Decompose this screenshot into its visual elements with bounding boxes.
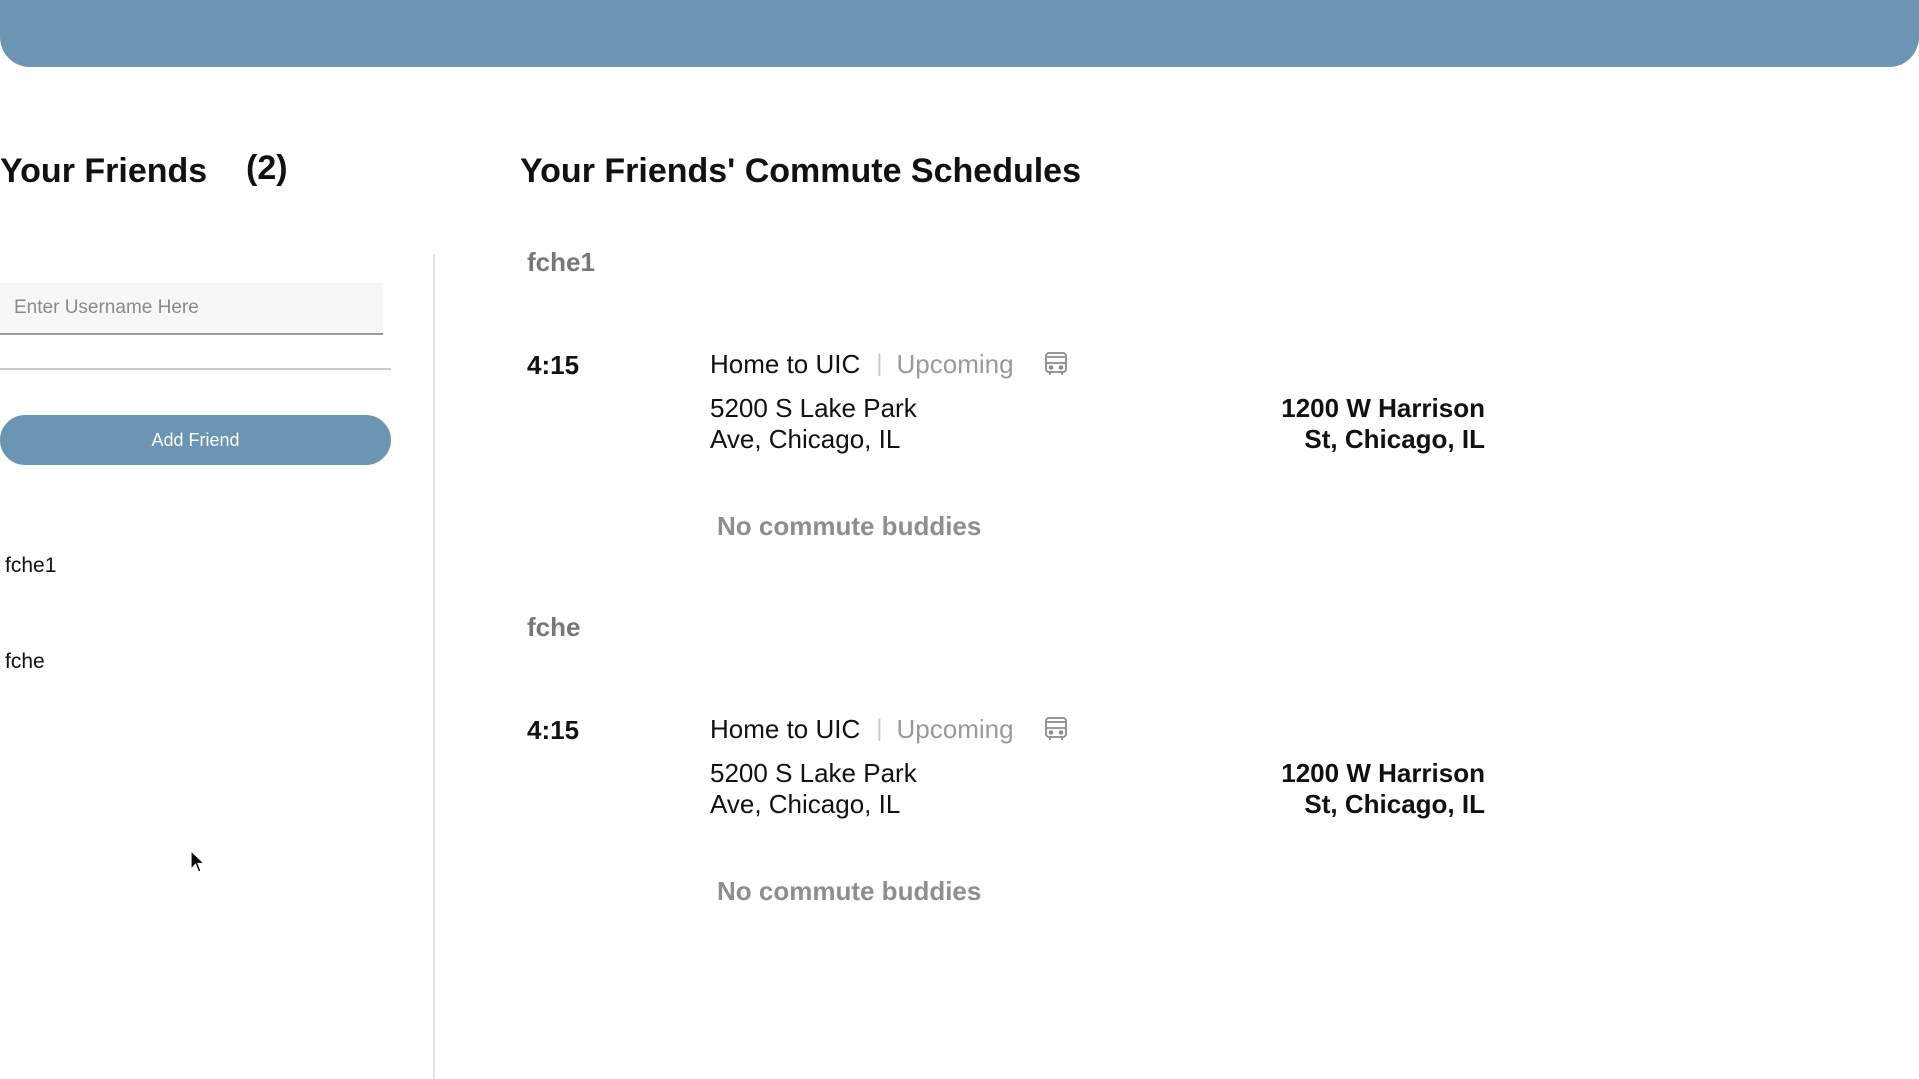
origin-line: Ave, Chicago, IL — [710, 789, 901, 819]
bus-icon — [1042, 715, 1070, 743]
commute-status: Upcoming — [896, 714, 1014, 744]
bus-icon — [1042, 350, 1070, 378]
destination-line: 1200 W Harrison — [1281, 393, 1485, 423]
origin-address: 5200 S Lake Park Ave, Chicago, IL — [710, 393, 980, 455]
friend-schedule-block: fche1 4:15 Home to UIC | Upcoming 5200 S… — [0, 247, 1919, 587]
commute-status: Upcoming — [896, 349, 1014, 379]
commute-route-row: Home to UIC | Upcoming — [710, 713, 1070, 745]
destination-address: 1200 W Harrison St, Chicago, IL — [1260, 758, 1485, 820]
friends-count: (2) — [246, 149, 288, 187]
friends-title: Your Friends — [0, 152, 208, 190]
friend-schedule-block: fche 4:15 Home to UIC | Upcoming 5200 S … — [0, 612, 1919, 952]
route-separator: | — [876, 350, 883, 377]
commute-time: 4:15 — [527, 350, 580, 380]
route-name: Home to UIC — [710, 714, 861, 744]
mouse-cursor-icon — [190, 850, 206, 873]
commute-buddies-status: No commute buddies — [717, 511, 982, 541]
friend-username: fche1 — [527, 247, 595, 277]
origin-address: 5200 S Lake Park Ave, Chicago, IL — [710, 758, 980, 820]
commute-buddies-status: No commute buddies — [717, 876, 982, 906]
friend-username: fche — [527, 612, 581, 642]
origin-line: 5200 S Lake Park — [710, 393, 917, 423]
commute-time: 4:15 — [527, 715, 580, 745]
commute-route-row: Home to UIC | Upcoming — [710, 348, 1070, 380]
schedules-title: Your Friends' Commute Schedules — [520, 152, 1081, 190]
route-separator: | — [876, 715, 883, 742]
origin-line: Ave, Chicago, IL — [710, 424, 901, 454]
destination-line: St, Chicago, IL — [1304, 789, 1485, 819]
destination-line: St, Chicago, IL — [1304, 424, 1485, 454]
destination-line: 1200 W Harrison — [1281, 758, 1485, 788]
origin-line: 5200 S Lake Park — [710, 758, 917, 788]
route-name: Home to UIC — [710, 349, 861, 379]
destination-address: 1200 W Harrison St, Chicago, IL — [1260, 393, 1485, 455]
